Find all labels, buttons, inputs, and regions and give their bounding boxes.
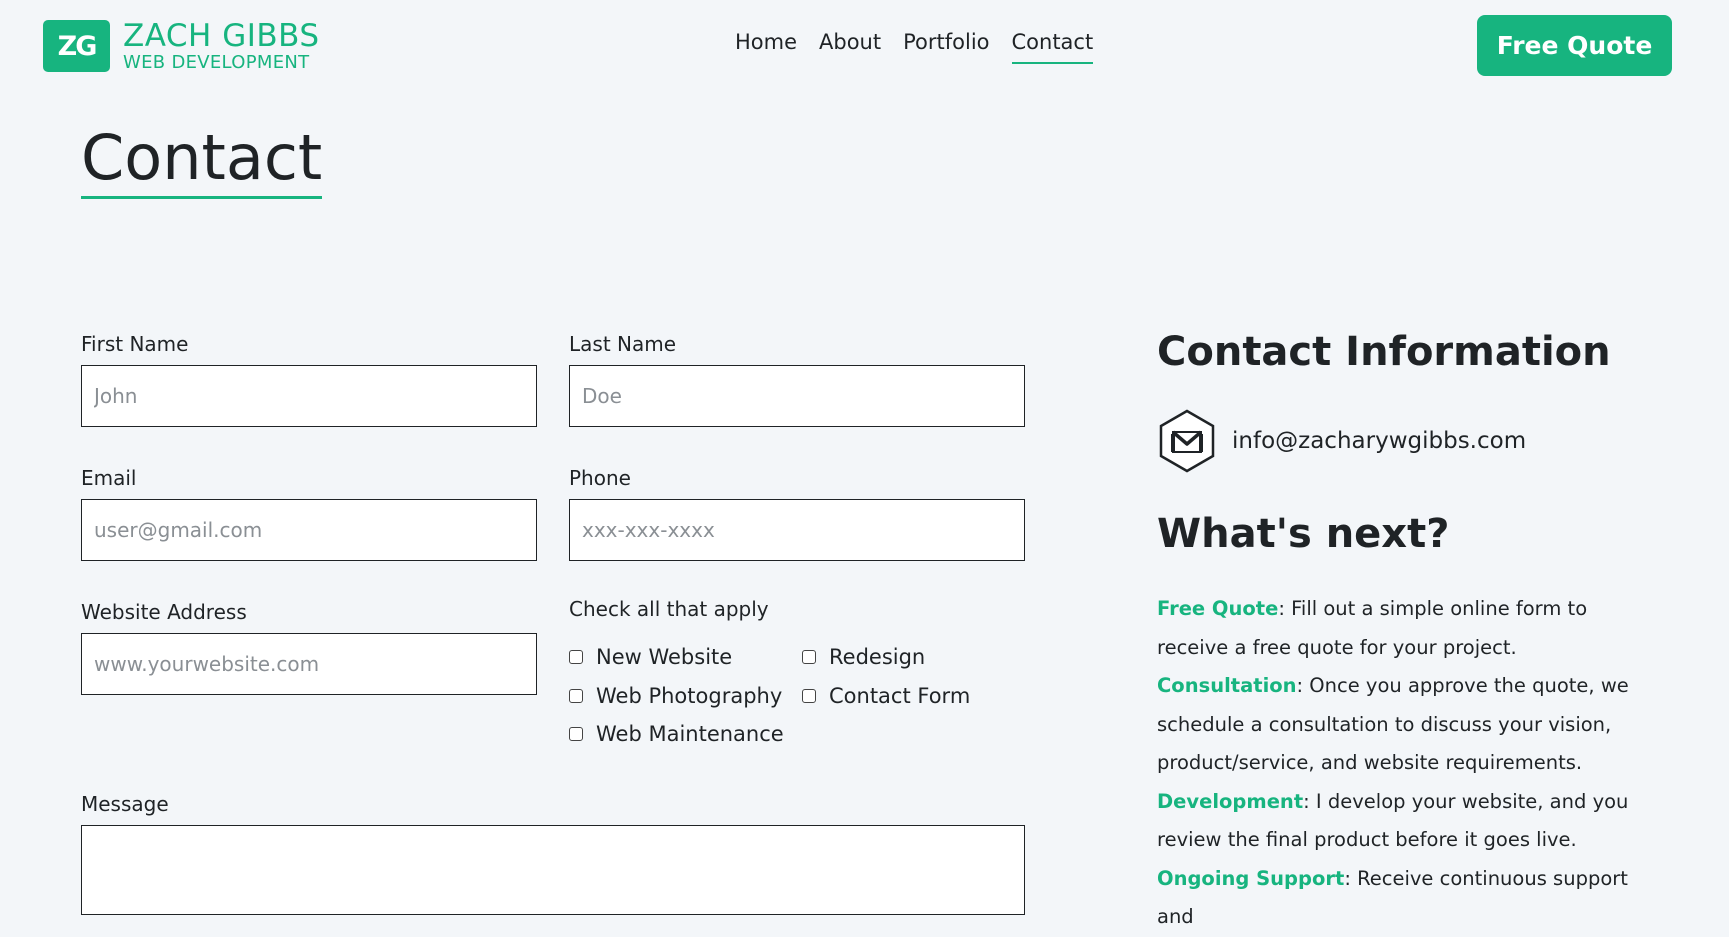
logo-mark: ZG <box>43 20 110 72</box>
step-development: Development: I develop your website, and… <box>1157 783 1642 860</box>
checkbox-web-maintenance[interactable]: Web Maintenance <box>569 722 784 746</box>
checkbox-new-website[interactable]: New Website <box>569 645 732 669</box>
step-free-quote: Free Quote: Fill out a simple online for… <box>1157 590 1642 667</box>
logo-subtitle: WEB DEVELOPMENT <box>123 51 310 73</box>
step-name: Ongoing Support <box>1157 866 1345 890</box>
checkbox-label: Redesign <box>829 645 926 669</box>
checkbox-box[interactable] <box>569 727 583 741</box>
checkbox-box[interactable] <box>569 689 583 703</box>
page-title: Contact <box>81 123 323 200</box>
whats-next-title: What's next? <box>1157 511 1450 557</box>
site-header: ZG ZACH GIBBS WEB DEVELOPMENT Home About… <box>0 0 1729 92</box>
checkbox-contact-form[interactable]: Contact Form <box>802 684 970 708</box>
free-quote-button[interactable]: Free Quote <box>1477 15 1672 76</box>
site-logo[interactable]: ZG ZACH GIBBS WEB DEVELOPMENT <box>43 20 320 72</box>
checkbox-box[interactable] <box>802 689 816 703</box>
main-nav: Home About Portfolio Contact <box>735 30 1094 64</box>
checkbox-label: Contact Form <box>829 684 971 708</box>
step-name: Development <box>1157 789 1304 813</box>
nav-contact[interactable]: Contact <box>1011 30 1094 64</box>
last-name-label: Last Name <box>569 332 677 356</box>
whats-next-steps: Free Quote: Fill out a simple online for… <box>1157 590 1642 937</box>
contact-info-title: Contact Information <box>1157 329 1611 375</box>
first-name-input[interactable] <box>81 365 537 427</box>
phone-input[interactable] <box>569 499 1025 561</box>
checkbox-redesign[interactable]: Redesign <box>802 645 925 669</box>
checkbox-web-photography[interactable]: Web Photography <box>569 684 782 708</box>
checkbox-box[interactable] <box>569 650 583 664</box>
email-input[interactable] <box>81 499 537 561</box>
checkbox-box[interactable] <box>802 650 816 664</box>
step-ongoing-support: Ongoing Support: Receive continuous supp… <box>1157 860 1642 937</box>
step-name: Free Quote <box>1157 597 1279 620</box>
email-label: Email <box>81 466 137 490</box>
checks-title: Check all that apply <box>569 597 769 621</box>
logo-name: ZACH GIBBS <box>123 17 320 54</box>
contact-email-row: info@zacharywgibbs.com <box>1157 408 1526 474</box>
website-input[interactable] <box>81 633 537 695</box>
step-consultation: Consultation: Once you approve the quote… <box>1157 667 1642 783</box>
first-name-label: First Name <box>81 332 189 356</box>
step-name: Consultation <box>1157 674 1297 697</box>
nav-home[interactable]: Home <box>735 30 797 64</box>
contact-email-link[interactable]: info@zacharywgibbs.com <box>1232 428 1526 454</box>
nav-about[interactable]: About <box>819 30 881 64</box>
nav-portfolio[interactable]: Portfolio <box>903 30 989 64</box>
gmail-hexagon-icon <box>1159 409 1215 473</box>
logo-text: ZACH GIBBS WEB DEVELOPMENT <box>123 17 320 73</box>
checkbox-label: Web Maintenance <box>596 722 784 746</box>
checkbox-label: Web Photography <box>596 684 783 708</box>
message-textarea[interactable] <box>81 825 1025 915</box>
last-name-input[interactable] <box>569 365 1025 427</box>
website-label: Website Address <box>81 600 247 624</box>
checkbox-label: New Website <box>596 645 733 669</box>
message-label: Message <box>81 792 169 816</box>
phone-label: Phone <box>569 466 631 490</box>
